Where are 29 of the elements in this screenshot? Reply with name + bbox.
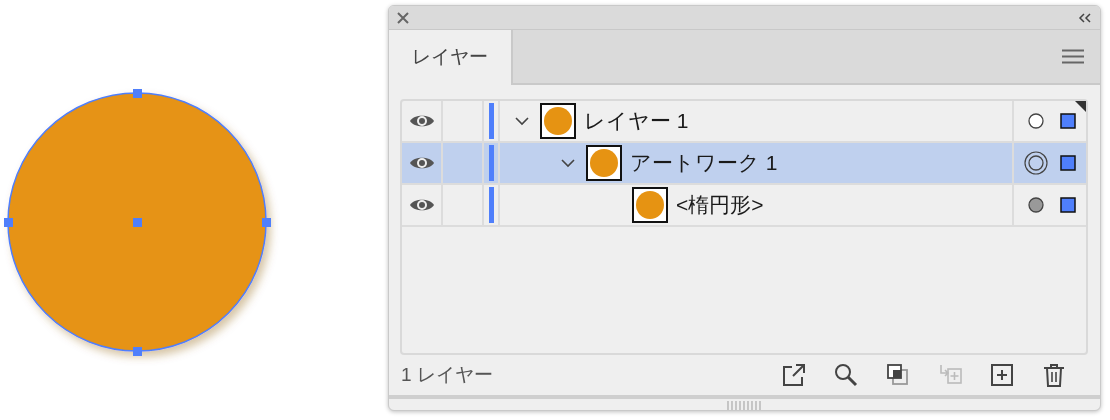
chevron-icon[interactable] — [515, 116, 529, 126]
collapse-icon[interactable] — [1078, 12, 1092, 23]
trash-icon[interactable] — [1042, 363, 1066, 387]
layer-count-text: 1 レイヤー — [401, 362, 494, 387]
layer-name: <楕円形> — [676, 192, 764, 219]
circle-shape[interactable] — [4, 89, 271, 356]
selection-square-icon[interactable] — [1060, 113, 1076, 129]
selection-square-icon[interactable] — [1060, 197, 1076, 213]
chevron-icon[interactable] — [561, 158, 575, 168]
export-icon[interactable] — [782, 363, 806, 387]
layer-name: レイヤー 1 — [584, 108, 689, 135]
target-circle-icon[interactable] — [1024, 151, 1048, 175]
eye-icon[interactable] — [408, 113, 435, 129]
layer-thumbnail — [632, 187, 668, 223]
resize-grip-icon[interactable] — [726, 401, 763, 410]
close-icon[interactable] — [397, 11, 409, 24]
clipping-mask-icon[interactable] — [886, 363, 910, 387]
layer-thumbnail — [540, 103, 576, 139]
panel-tab[interactable]: レイヤー — [389, 30, 513, 85]
menu-icon[interactable] — [1062, 49, 1084, 64]
eye-icon[interactable] — [408, 197, 435, 213]
layer-name: アートワーク 1 — [630, 150, 778, 177]
new-layer-icon[interactable] — [990, 363, 1014, 387]
layer-thumbnail — [586, 145, 622, 181]
eye-icon[interactable] — [408, 155, 435, 171]
layer-row[interactable]: アートワーク 1 — [402, 143, 1086, 185]
layer-row[interactable]: <楕円形> — [402, 185, 1086, 227]
search-icon[interactable] — [834, 363, 858, 387]
selection-square-icon[interactable] — [1060, 155, 1076, 171]
